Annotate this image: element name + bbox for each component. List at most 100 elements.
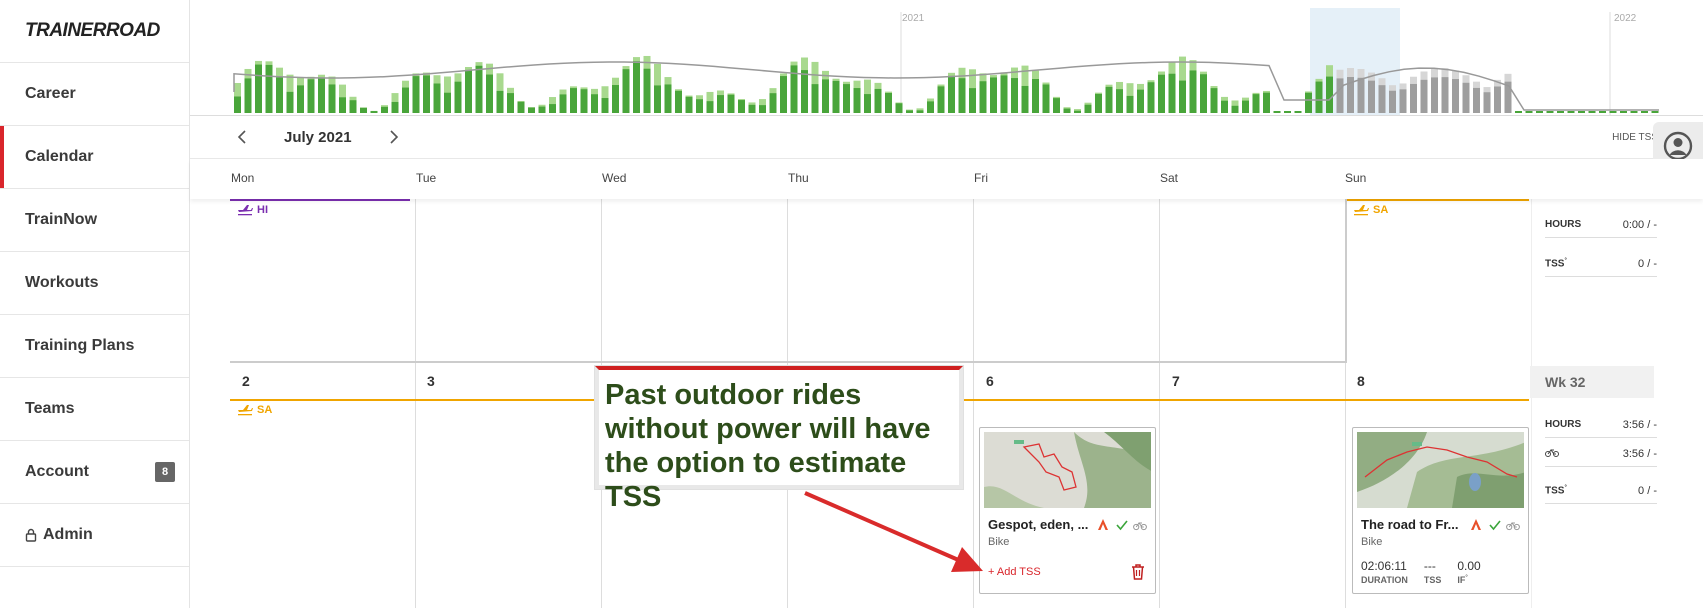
history-bar bbox=[255, 64, 262, 113]
history-bar bbox=[370, 111, 378, 113]
sidebar-item-trainnow[interactable]: TrainNow bbox=[0, 189, 189, 252]
sidebar-item-training-plans[interactable]: Training Plans bbox=[0, 315, 189, 378]
hours-value: 3:56 / - bbox=[1622, 418, 1657, 431]
history-bar bbox=[769, 93, 777, 113]
history-bar bbox=[454, 81, 462, 113]
day-number[interactable]: 6 bbox=[986, 373, 994, 389]
history-bar bbox=[864, 94, 871, 113]
history-bar bbox=[654, 85, 661, 113]
sidebar-item-admin[interactable]: Admin bbox=[0, 504, 189, 567]
history-bar bbox=[591, 94, 598, 113]
history-bar bbox=[948, 75, 955, 113]
history-bar bbox=[1588, 111, 1596, 113]
workout-card[interactable]: The road to Fr... Bike 02:06:11 DURATION… bbox=[1352, 427, 1529, 594]
history-bar bbox=[1326, 76, 1333, 113]
weekday-fri: Fri bbox=[974, 171, 988, 185]
history-bar bbox=[1525, 111, 1533, 113]
history-bar bbox=[1567, 111, 1575, 113]
card-status-icons bbox=[1097, 518, 1147, 532]
weekday-wed: Wed bbox=[602, 171, 627, 185]
history-bar bbox=[1200, 74, 1207, 113]
sidebar-item-label: Workouts bbox=[25, 274, 99, 291]
history-bar bbox=[1116, 89, 1123, 113]
history-bar bbox=[1053, 98, 1060, 113]
tss-value: 0 / - bbox=[1638, 257, 1657, 270]
chevron-right-icon bbox=[389, 130, 398, 144]
day-number[interactable]: 7 bbox=[1172, 373, 1180, 389]
history-bar bbox=[1536, 111, 1543, 113]
weekday-sat: Sat bbox=[1160, 171, 1179, 185]
workout-type: Bike bbox=[1361, 536, 1383, 548]
sidebar-item-career[interactable]: Career bbox=[0, 63, 189, 126]
history-bar bbox=[1147, 82, 1155, 113]
history-bar bbox=[916, 110, 924, 113]
history-bar bbox=[1368, 80, 1375, 113]
sidebar-item-label: Admin bbox=[43, 526, 93, 543]
history-bar bbox=[286, 91, 294, 113]
if-metric: 0.00 IF° bbox=[1457, 559, 1480, 585]
tss-label-text: TSS bbox=[1545, 485, 1565, 497]
history-bar bbox=[969, 88, 976, 113]
history-bar bbox=[1609, 111, 1617, 113]
history-bar bbox=[1357, 77, 1365, 113]
user-avatar-icon bbox=[1663, 131, 1693, 161]
day-number[interactable]: 2 bbox=[242, 373, 250, 389]
day-number[interactable]: 3 bbox=[427, 373, 435, 389]
travel-marker-sun[interactable]: SA bbox=[1353, 204, 1388, 216]
grid-divider bbox=[1159, 199, 1160, 608]
week2-hours-row: HOURS 3:56 / - bbox=[1545, 412, 1657, 438]
next-month-button[interactable] bbox=[382, 125, 406, 149]
day-number[interactable]: 8 bbox=[1357, 373, 1365, 389]
trainerroad-logo[interactable]: TRAINERROAD bbox=[0, 0, 189, 63]
travel-marker-mon[interactable]: HI bbox=[237, 204, 268, 216]
sidebar-item-teams[interactable]: Teams bbox=[0, 378, 189, 441]
workout-title: Gespot, eden, ... bbox=[988, 517, 1089, 532]
sidebar-item-account[interactable]: Account 8 bbox=[0, 441, 189, 504]
travel-line-orange bbox=[1347, 199, 1529, 201]
prev-month-button[interactable] bbox=[230, 125, 254, 149]
weekday-tue: Tue bbox=[416, 171, 437, 185]
hide-tss-toggle[interactable]: HIDE TSS bbox=[1612, 132, 1658, 143]
bike-icon bbox=[1133, 522, 1147, 531]
sidebar-item-label: Calendar bbox=[25, 148, 94, 165]
history-bar bbox=[1273, 111, 1281, 113]
workout-card[interactable]: Gespot, eden, ... Bike + Add TSS bbox=[979, 427, 1156, 594]
training-history-chart[interactable]: 2021 2022 bbox=[190, 0, 1703, 116]
history-bar bbox=[307, 79, 315, 113]
history-bar bbox=[1420, 79, 1428, 113]
history-bar bbox=[1620, 111, 1627, 113]
notification-badge: 8 bbox=[155, 462, 175, 482]
add-tss-button[interactable]: + Add TSS bbox=[988, 566, 1041, 578]
history-bar bbox=[990, 77, 997, 113]
history-bar bbox=[675, 90, 682, 113]
tss-label: TSS° bbox=[1545, 484, 1567, 497]
history-bar bbox=[402, 87, 409, 113]
year-label-2022: 2022 bbox=[1614, 13, 1637, 24]
duration-value: 02:06:11 bbox=[1361, 559, 1407, 573]
travel-code: HI bbox=[257, 204, 268, 216]
history-bar bbox=[717, 95, 724, 113]
annotation-callout: Past outdoor rides without power will ha… bbox=[595, 366, 963, 513]
history-bar bbox=[1189, 70, 1197, 113]
history-bar bbox=[1431, 77, 1438, 113]
history-bar bbox=[885, 93, 892, 113]
weekday-mon: Mon bbox=[231, 171, 255, 185]
chevron-left-icon bbox=[237, 130, 246, 144]
trash-icon[interactable] bbox=[1131, 564, 1145, 580]
sidebar-item-workouts[interactable]: Workouts bbox=[0, 252, 189, 315]
tss-label-text: TSS bbox=[1545, 258, 1565, 270]
sidebar-item-label: Training Plans bbox=[25, 337, 135, 354]
if-value: 0.00 bbox=[1457, 559, 1481, 573]
history-bar bbox=[475, 65, 483, 113]
history-bar bbox=[244, 78, 252, 113]
sidebar-item-calendar[interactable]: Calendar bbox=[0, 126, 189, 189]
history-bar bbox=[528, 107, 535, 113]
history-bar bbox=[633, 61, 640, 113]
history-bar bbox=[927, 101, 934, 113]
if-label: IF° bbox=[1457, 575, 1468, 585]
week2-bike-row: 3:56 / - bbox=[1545, 441, 1657, 467]
tss-label: TSS° bbox=[1545, 257, 1567, 270]
history-bar bbox=[1084, 104, 1092, 113]
history-bar bbox=[1095, 93, 1102, 113]
travel-marker-mon[interactable]: SA bbox=[237, 404, 272, 416]
